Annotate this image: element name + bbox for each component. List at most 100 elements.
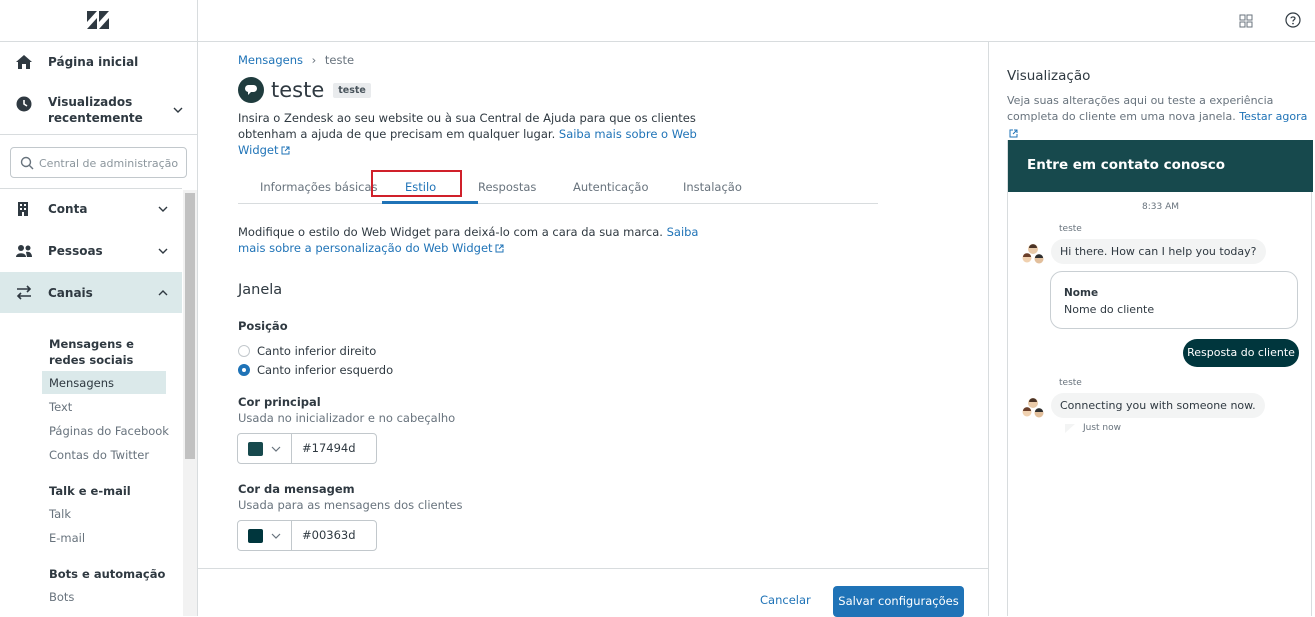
search-icon — [20, 156, 34, 170]
message-color-picker: #00363d — [237, 520, 377, 551]
form-footer: Cancelar Salvar configurações — [198, 568, 988, 617]
subnav-item-talk[interactable]: Talk — [49, 506, 71, 522]
external-link-icon — [495, 244, 504, 253]
subnav-item-mensagens[interactable]: Mensagens — [42, 371, 166, 394]
nav-recent[interactable]: Visualizados recentemente — [0, 92, 197, 128]
breadcrumb-parent-link[interactable]: Mensagens — [238, 53, 303, 67]
web-widget-preview: Entre em contato conosco 8:33 AM teste H… — [1007, 140, 1313, 616]
chevron-down-icon — [271, 533, 281, 539]
primary-color-dropdown-button[interactable] — [238, 434, 292, 463]
preview-description-text: Veja suas alterações aqui ou teste a exp… — [1007, 94, 1274, 123]
subnav-heading: Mensagens e redes sociais — [49, 337, 134, 367]
channels-icon — [16, 285, 32, 300]
divider — [0, 41, 197, 42]
widget-timestamp: 8:33 AM — [1142, 202, 1179, 212]
radio-button-checked[interactable] — [238, 364, 250, 376]
form-field-label: Nome — [1064, 287, 1099, 299]
nav-conta[interactable]: Conta — [0, 198, 197, 220]
subnav-item-text[interactable]: Text — [49, 399, 72, 415]
page-description: Insira o Zendesk ao seu website ou à sua… — [238, 110, 708, 158]
active-tab-indicator — [382, 201, 478, 204]
nav-recent-label: Visualizados recentemente — [48, 95, 143, 125]
name-form-card: Nome Nome do cliente — [1050, 271, 1298, 329]
position-label: Posição — [238, 319, 288, 333]
style-description: Modifique o estilo do Web Widget para de… — [238, 224, 718, 256]
preview-title: Visualização — [1007, 68, 1091, 84]
chevron-down-icon — [271, 446, 281, 452]
message-author: teste — [1059, 224, 1082, 234]
main-content: Mensagens › teste teste teste Insira o Z… — [198, 42, 989, 617]
agents-avatar-icon — [1022, 398, 1044, 418]
tab-respostas[interactable]: Respostas — [478, 180, 536, 194]
radio-button[interactable] — [238, 345, 250, 357]
widget-header: Entre em contato conosco — [1008, 140, 1313, 192]
message-status: Just now — [1065, 423, 1121, 433]
building-icon — [18, 202, 28, 216]
zendesk-logo[interactable] — [86, 9, 110, 31]
nav-canais[interactable]: Canais — [0, 272, 182, 313]
tab-autenticacao[interactable]: Autenticação — [573, 180, 649, 194]
home-icon — [16, 55, 32, 69]
help-icon[interactable] — [1285, 12, 1301, 28]
preview-description: Veja suas alterações aqui ou teste a exp… — [1007, 93, 1312, 141]
nav-pessoas[interactable]: Pessoas — [0, 240, 197, 262]
top-bar — [198, 0, 1315, 42]
nav-canais-label: Canais — [48, 286, 93, 300]
radio-label: Canto inferior direito — [257, 344, 377, 358]
subnav-item-twitter[interactable]: Contas do Twitter — [49, 447, 149, 463]
primary-color-label: Cor principal — [238, 395, 321, 409]
scrollbar-thumb[interactable] — [185, 193, 195, 459]
connecting-message: Connecting you with someone now. — [1051, 393, 1265, 418]
cancel-button[interactable]: Cancelar — [760, 593, 811, 607]
tab-highlight-box — [371, 170, 462, 197]
primary-color-hex-input[interactable]: #17494d — [302, 441, 356, 455]
tab-instalacao[interactable]: Instalação — [683, 180, 742, 194]
title-badge: teste — [333, 82, 371, 98]
section-title: Janela — [238, 282, 283, 298]
admin-search-box — [10, 147, 187, 178]
chevron-down-icon — [158, 206, 168, 212]
radio-option-bottom-left[interactable]: Canto inferior esquerdo — [238, 363, 393, 377]
products-grid-icon[interactable] — [1239, 14, 1253, 28]
subnav-heading: Bots e automação — [49, 567, 166, 581]
tab-list: Informações básicas Estilo Respostas Aut… — [238, 170, 878, 204]
message-status-text: Just now — [1083, 423, 1122, 433]
message-color-dropdown-button[interactable] — [238, 521, 292, 550]
breadcrumb-separator: › — [311, 53, 317, 67]
form-field-value: Nome do cliente — [1064, 303, 1155, 316]
chat-bubble-icon — [238, 77, 264, 103]
message-color-swatch — [248, 529, 263, 543]
chevron-up-icon — [158, 290, 168, 296]
sidebar-scrollbar[interactable] — [183, 190, 197, 616]
nav-home[interactable]: Página inicial — [0, 52, 197, 72]
style-description-text: Modifique o estilo do Web Widget para de… — [238, 225, 663, 239]
subnav-item-facebook[interactable]: Páginas do Facebook — [49, 423, 169, 439]
message-color-hex-input[interactable]: #00363d — [302, 528, 356, 542]
admin-sidebar: Página inicial Visualizados recentemente… — [0, 0, 198, 616]
radio-option-bottom-right[interactable]: Canto inferior direito — [238, 344, 376, 358]
nav-home-label: Página inicial — [48, 55, 139, 69]
nav-conta-label: Conta — [48, 202, 88, 216]
tab-informacoes-basicas[interactable]: Informações básicas — [260, 180, 378, 194]
primary-color-picker: #17494d — [237, 433, 377, 464]
divider — [0, 134, 197, 135]
primary-color-swatch — [248, 442, 263, 456]
subnav-heading: Talk e e-mail — [49, 484, 131, 498]
preview-panel: Visualização Veja suas alterações aqui o… — [990, 42, 1315, 616]
primary-color-hint: Usada no inicializador e no cabeçalho — [238, 411, 456, 425]
people-icon — [16, 245, 32, 257]
nav-pessoas-label: Pessoas — [48, 244, 103, 258]
page-title: teste — [271, 78, 325, 102]
customer-reply-bubble: Resposta do cliente — [1183, 339, 1299, 367]
radio-label: Canto inferior esquerdo — [257, 363, 394, 377]
message-tail-icon — [1065, 423, 1075, 433]
subnav-item-email[interactable]: E-mail — [49, 530, 85, 546]
test-now-label: Testar agora — [1239, 110, 1308, 123]
message-color-hint: Usada para as mensagens dos clientes — [238, 498, 463, 512]
admin-search-input[interactable] — [39, 154, 181, 172]
save-settings-button[interactable]: Salvar configurações — [833, 586, 964, 617]
subnav-item-bots[interactable]: Bots — [49, 589, 74, 605]
message-color-label: Cor da mensagem — [238, 482, 355, 496]
title-row: teste teste — [238, 77, 371, 103]
greeting-message: Hi there. How can I help you today? — [1051, 239, 1266, 264]
